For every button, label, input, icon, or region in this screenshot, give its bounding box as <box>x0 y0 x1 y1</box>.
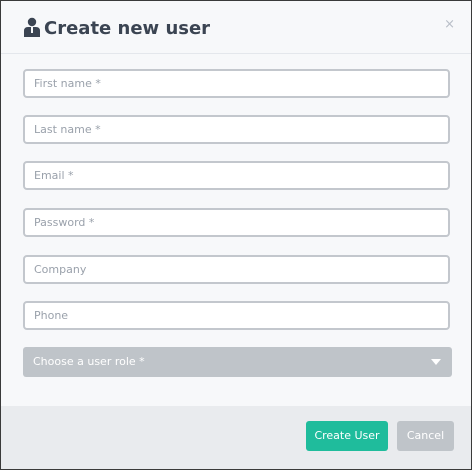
user-icon <box>24 17 40 37</box>
cancel-button[interactable]: Cancel <box>397 421 454 451</box>
chevron-down-icon <box>431 359 441 365</box>
create-user-button[interactable]: Create User <box>306 421 388 451</box>
user-role-select-label: Choose a user role * <box>33 355 145 368</box>
email-input[interactable] <box>23 161 450 190</box>
dialog-footer: Create User Cancel <box>1 406 471 469</box>
phone-input[interactable] <box>23 301 450 330</box>
company-input[interactable] <box>23 255 450 284</box>
close-icon[interactable]: × <box>444 18 455 32</box>
password-input[interactable] <box>23 208 450 237</box>
create-user-dialog: Create new user × Choose a user role * C… <box>0 0 472 470</box>
dialog-title: Create new user <box>44 18 211 39</box>
user-role-select[interactable]: Choose a user role * <box>23 347 452 377</box>
first-name-input[interactable] <box>23 69 450 98</box>
dialog-header: Create new user × <box>1 1 471 54</box>
last-name-input[interactable] <box>23 115 450 144</box>
